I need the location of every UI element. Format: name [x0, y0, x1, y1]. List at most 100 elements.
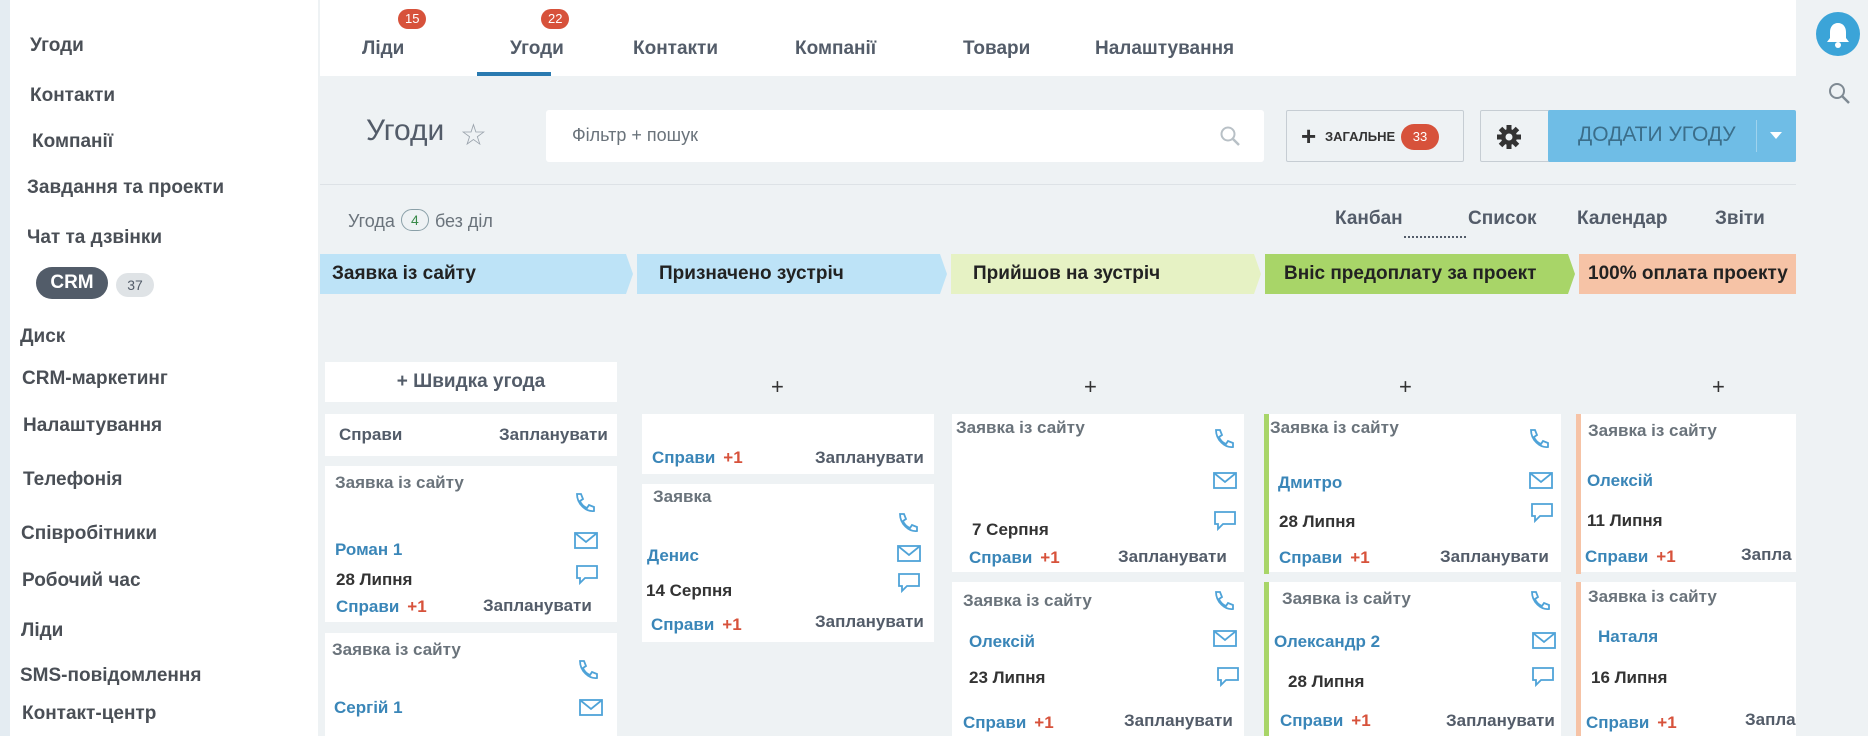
chat-icon[interactable] [1213, 510, 1239, 532]
deal-title[interactable]: Заявка із сайту [1282, 589, 1411, 609]
view-reports[interactable]: Звіти [1715, 208, 1765, 230]
deal-card[interactable]: Заявка Денис 14 Серпня Справи +1 Запланув… [642, 484, 934, 642]
plan-link[interactable]: Запланувати [815, 448, 924, 468]
sidebar-item-worktime[interactable]: Робочий час [22, 570, 141, 592]
plan-link[interactable]: Запланувати [1446, 711, 1555, 731]
crm-pill[interactable]: CRM [36, 267, 108, 299]
filter-search-icon[interactable] [1218, 124, 1242, 148]
sidebar-item-sms[interactable]: SMS-повідомлення [20, 665, 201, 687]
add-deal-plus[interactable]: + [1399, 374, 1412, 400]
add-deal-button[interactable]: ДОДАТИ УГОДУ [1548, 110, 1796, 162]
contact-name[interactable]: Олексій [969, 632, 1035, 652]
deals-link[interactable]: Справи +1 [336, 597, 427, 617]
tab-contacts[interactable]: Контакти [633, 38, 718, 60]
sidebar-item-tasks[interactable]: Завдання та проекти [27, 177, 224, 199]
email-icon[interactable] [1212, 470, 1238, 492]
plan-link[interactable]: Запланувати [1118, 547, 1227, 567]
deal-card[interactable]: Заявка із сайту Олексій 23 Липня Справи +… [952, 582, 1244, 736]
sidebar-item-crm-marketing[interactable]: CRM-маркетинг [22, 368, 168, 390]
deal-title[interactable]: Заявка із сайту [335, 473, 464, 493]
sidebar-item-deals[interactable]: Угоди [30, 35, 84, 57]
chat-icon[interactable] [1531, 666, 1557, 688]
deal-card[interactable]: Заявка із сайту Олександр 2 28 Липня Спр… [1269, 582, 1561, 736]
phone-icon[interactable] [1211, 590, 1237, 612]
plan-link[interactable]: Запла [1745, 710, 1796, 730]
sidebar-item-companies[interactable]: Компанії [32, 131, 113, 153]
deal-card[interactable]: Заявка із сайту Наталя 16 Липня Справи +1… [1581, 582, 1796, 736]
deal-title[interactable]: Заявка із сайту [956, 418, 1085, 438]
sidebar-item-telephony[interactable]: Телефонія [23, 469, 122, 491]
sidebar-item-contacts[interactable]: Контакти [30, 85, 115, 107]
deal-title[interactable]: Заявка із сайту [1588, 421, 1717, 441]
deals-link[interactable]: Справи +1 [652, 448, 743, 468]
email-icon[interactable] [1212, 628, 1238, 650]
tab-settings[interactable]: Налаштування [1095, 38, 1234, 60]
phone-icon[interactable] [895, 512, 921, 534]
chat-icon[interactable] [575, 564, 601, 586]
chat-icon[interactable] [897, 572, 923, 594]
email-icon[interactable] [573, 530, 599, 552]
add-deal-plus[interactable]: + [1084, 374, 1097, 400]
phone-icon[interactable] [1527, 590, 1553, 612]
deal-card[interactable]: Заявка із сайту Роман 1 28 Липня Справи +… [325, 466, 617, 622]
view-list[interactable]: Список [1468, 208, 1537, 230]
email-icon[interactable] [896, 543, 922, 565]
plan-link[interactable]: Запланувати [815, 612, 924, 632]
deal-title[interactable]: Заявка із сайту [332, 640, 461, 660]
sidebar-item-chat[interactable]: Чат та дзвінки [27, 227, 162, 249]
plan-link[interactable]: Запланувати [1440, 547, 1549, 567]
contact-name[interactable]: Роман 1 [335, 540, 402, 560]
summary-count[interactable]: 4 [400, 209, 429, 231]
deal-card-partial[interactable]: Справи +1 Запланувати [642, 414, 934, 474]
favorite-star-icon[interactable]: ☆ [460, 118, 487, 153]
general-button[interactable]: + ЗАГАЛЬНЕ 33 [1286, 110, 1464, 162]
email-icon[interactable] [1531, 630, 1557, 652]
view-kanban[interactable]: Канбан [1335, 208, 1403, 230]
add-deal-plus[interactable]: + [1712, 374, 1725, 400]
tab-leads[interactable]: Ліди [362, 38, 404, 60]
plan-link[interactable]: Запла [1741, 545, 1792, 565]
contact-name[interactable]: Дмитро [1278, 473, 1342, 493]
phone-icon[interactable] [1526, 428, 1552, 450]
phone-icon[interactable] [575, 659, 601, 681]
notifications-bell-icon[interactable] [1816, 12, 1860, 56]
chat-icon[interactable] [1216, 666, 1242, 688]
deals-link[interactable]: Справи +1 [969, 548, 1060, 568]
deals-link[interactable]: Справи +1 [963, 713, 1054, 733]
email-icon[interactable] [1528, 470, 1554, 492]
deals-link[interactable]: Справи +1 [1585, 547, 1676, 567]
deals-link[interactable]: Справи +1 [1279, 548, 1370, 568]
search-icon[interactable] [1826, 80, 1852, 106]
sidebar-item-disk[interactable]: Диск [20, 326, 65, 348]
phone-icon[interactable] [572, 492, 598, 514]
tab-companies[interactable]: Компанії [795, 38, 876, 60]
sidebar-item-leads[interactable]: Ліди [21, 620, 63, 642]
filter-search-input[interactable]: Фільтр + пошук [546, 110, 1264, 162]
deal-title[interactable]: Заявка [653, 487, 711, 507]
chevron-down-icon[interactable] [1770, 132, 1782, 139]
deals-label[interactable]: Справи [339, 425, 402, 445]
contact-name[interactable]: Денис [647, 546, 699, 566]
contact-name[interactable]: Олексій [1587, 471, 1653, 491]
deal-card[interactable]: Заявка із сайту Сергій 1 [325, 633, 617, 736]
plan-link[interactable]: Запланувати [499, 425, 608, 445]
contact-name[interactable]: Олександр 2 [1274, 632, 1380, 652]
deal-title[interactable]: Заявка із сайту [1270, 418, 1399, 438]
tab-deals[interactable]: Угоди [510, 38, 564, 60]
deal-card[interactable]: Заявка із сайту 7 Серпня Справи +1 Заплан… [952, 414, 1244, 572]
quick-deal-button[interactable]: + Швидка угода [325, 362, 617, 402]
plan-link[interactable]: Запланувати [1124, 711, 1233, 731]
sidebar-item-contact-center[interactable]: Контакт-центр [22, 703, 156, 725]
deals-link[interactable]: Справи +1 [1280, 711, 1371, 731]
deal-card[interactable]: Заявка із сайту Олексій 11 Липня Справи +… [1581, 414, 1796, 572]
email-icon[interactable] [578, 697, 604, 719]
sidebar-item-settings[interactable]: Налаштування [23, 415, 162, 437]
deal-title[interactable]: Заявка із сайту [963, 591, 1092, 611]
plan-link[interactable]: Запланувати [483, 596, 592, 616]
deal-title[interactable]: Заявка із сайту [1588, 587, 1717, 607]
chat-icon[interactable] [1530, 502, 1556, 524]
contact-name[interactable]: Наталя [1598, 627, 1658, 647]
contact-name[interactable]: Сергій 1 [334, 698, 403, 718]
tab-products[interactable]: Товари [963, 38, 1030, 60]
add-deal-plus[interactable]: + [771, 374, 784, 400]
